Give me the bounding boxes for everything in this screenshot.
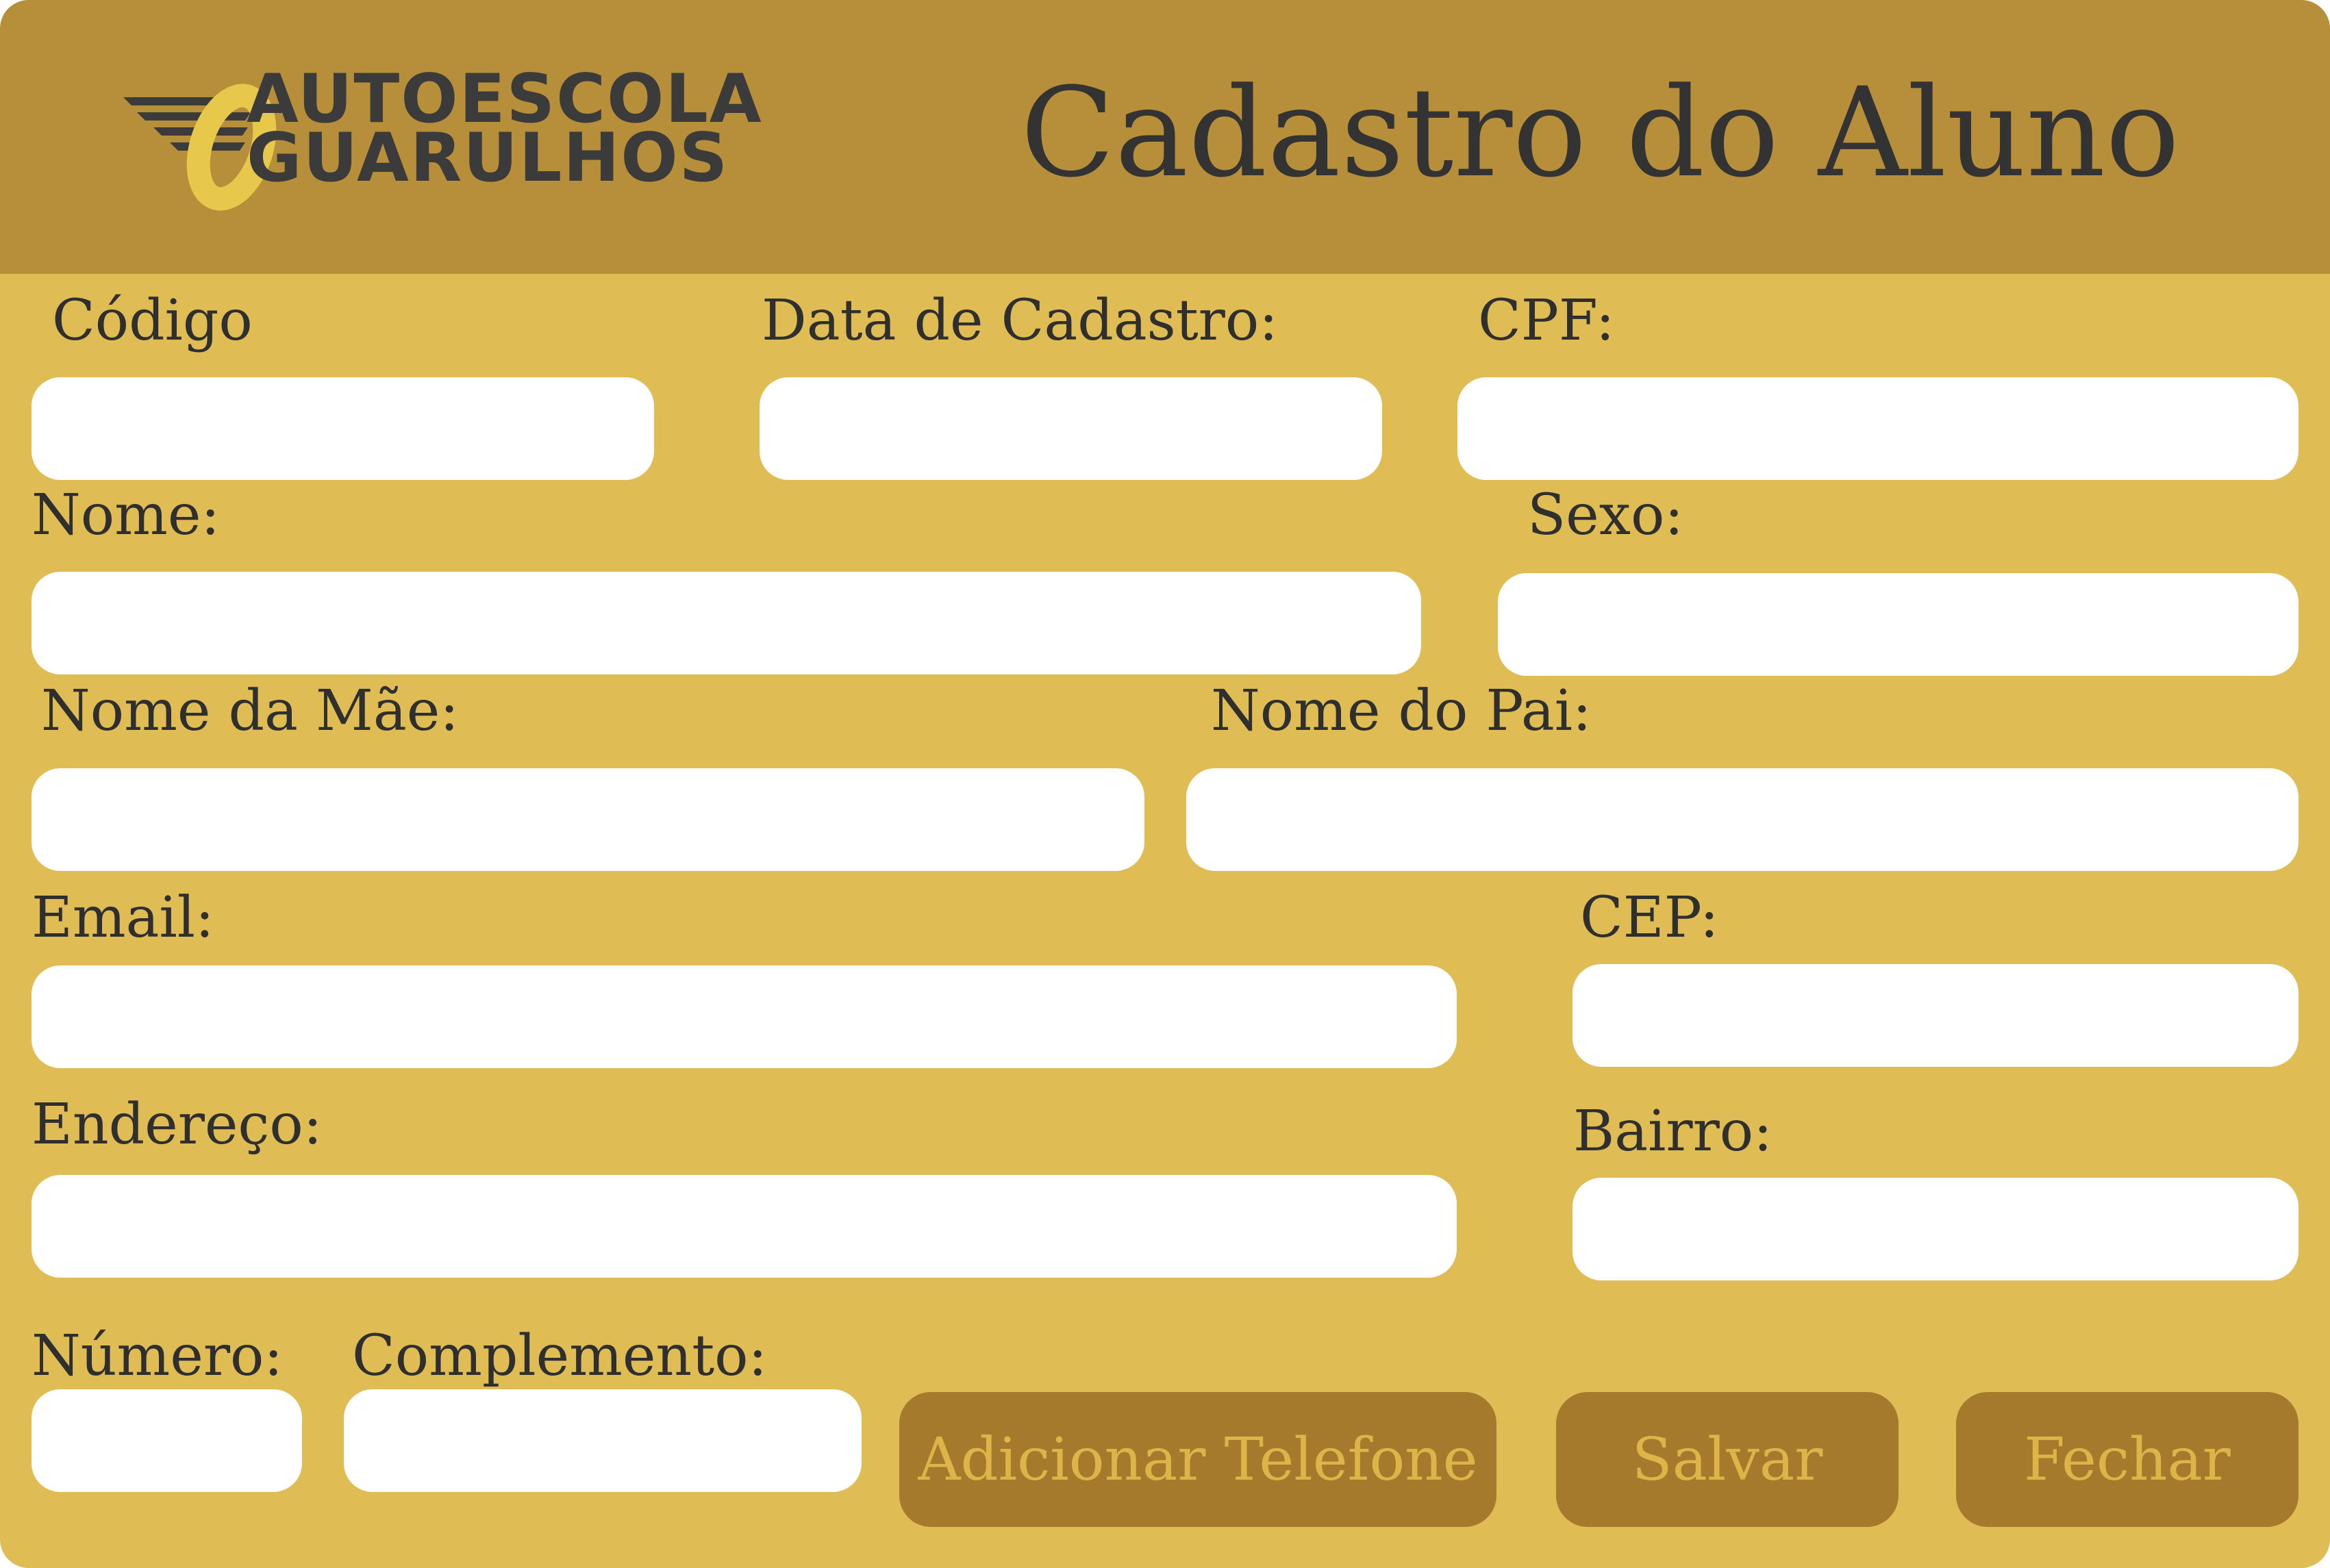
- nome-mae-field[interactable]: [32, 768, 1144, 871]
- complemento-field[interactable]: [344, 1389, 862, 1492]
- numero-field[interactable]: [32, 1389, 302, 1492]
- cep-field[interactable]: [1573, 964, 2298, 1067]
- close-button[interactable]: Fechar: [1956, 1392, 2298, 1527]
- email-label: Email:: [32, 885, 214, 950]
- autoescola-logo: AUTOESCOLA GUARULHOS: [123, 55, 762, 212]
- bairro-label: Bairro:: [1573, 1099, 1772, 1164]
- nome-label: Nome:: [32, 483, 221, 548]
- codigo-field[interactable]: [32, 377, 654, 480]
- sexo-field[interactable]: [1498, 573, 2298, 676]
- codigo-label: Código: [52, 288, 253, 353]
- data-cadastro-label: Data de Cadastro:: [762, 288, 1278, 353]
- bairro-field[interactable]: [1573, 1178, 2298, 1280]
- nome-field[interactable]: [32, 572, 1421, 674]
- student-registration-window: AUTOESCOLA GUARULHOS Cadastro do Aluno C…: [0, 0, 2330, 1568]
- nome-pai-field[interactable]: [1186, 768, 2298, 871]
- endereco-field[interactable]: [32, 1175, 1457, 1278]
- sexo-label: Sexo:: [1527, 483, 1683, 548]
- nome-mae-label: Nome da Mãe:: [41, 679, 459, 744]
- header-bar: AUTOESCOLA GUARULHOS Cadastro do Aluno: [0, 0, 2330, 274]
- add-phone-button[interactable]: Adicionar Telefone: [899, 1392, 1496, 1527]
- complemento-label: Complemento:: [352, 1324, 768, 1389]
- data-cadastro-field[interactable]: [760, 377, 1382, 480]
- cpf-field[interactable]: [1457, 377, 2298, 480]
- cpf-label: CPF:: [1478, 288, 1615, 353]
- save-button[interactable]: Salvar: [1556, 1392, 1899, 1527]
- numero-label: Número:: [32, 1324, 284, 1389]
- endereco-label: Endereço:: [32, 1092, 323, 1157]
- page-title: Cadastro do Aluno: [1020, 62, 2180, 205]
- email-field[interactable]: [32, 965, 1457, 1068]
- nome-pai-label: Nome do Pai:: [1211, 679, 1592, 744]
- cep-label: CEP:: [1580, 885, 1719, 950]
- logo-line2: GUARULHOS: [247, 119, 729, 197]
